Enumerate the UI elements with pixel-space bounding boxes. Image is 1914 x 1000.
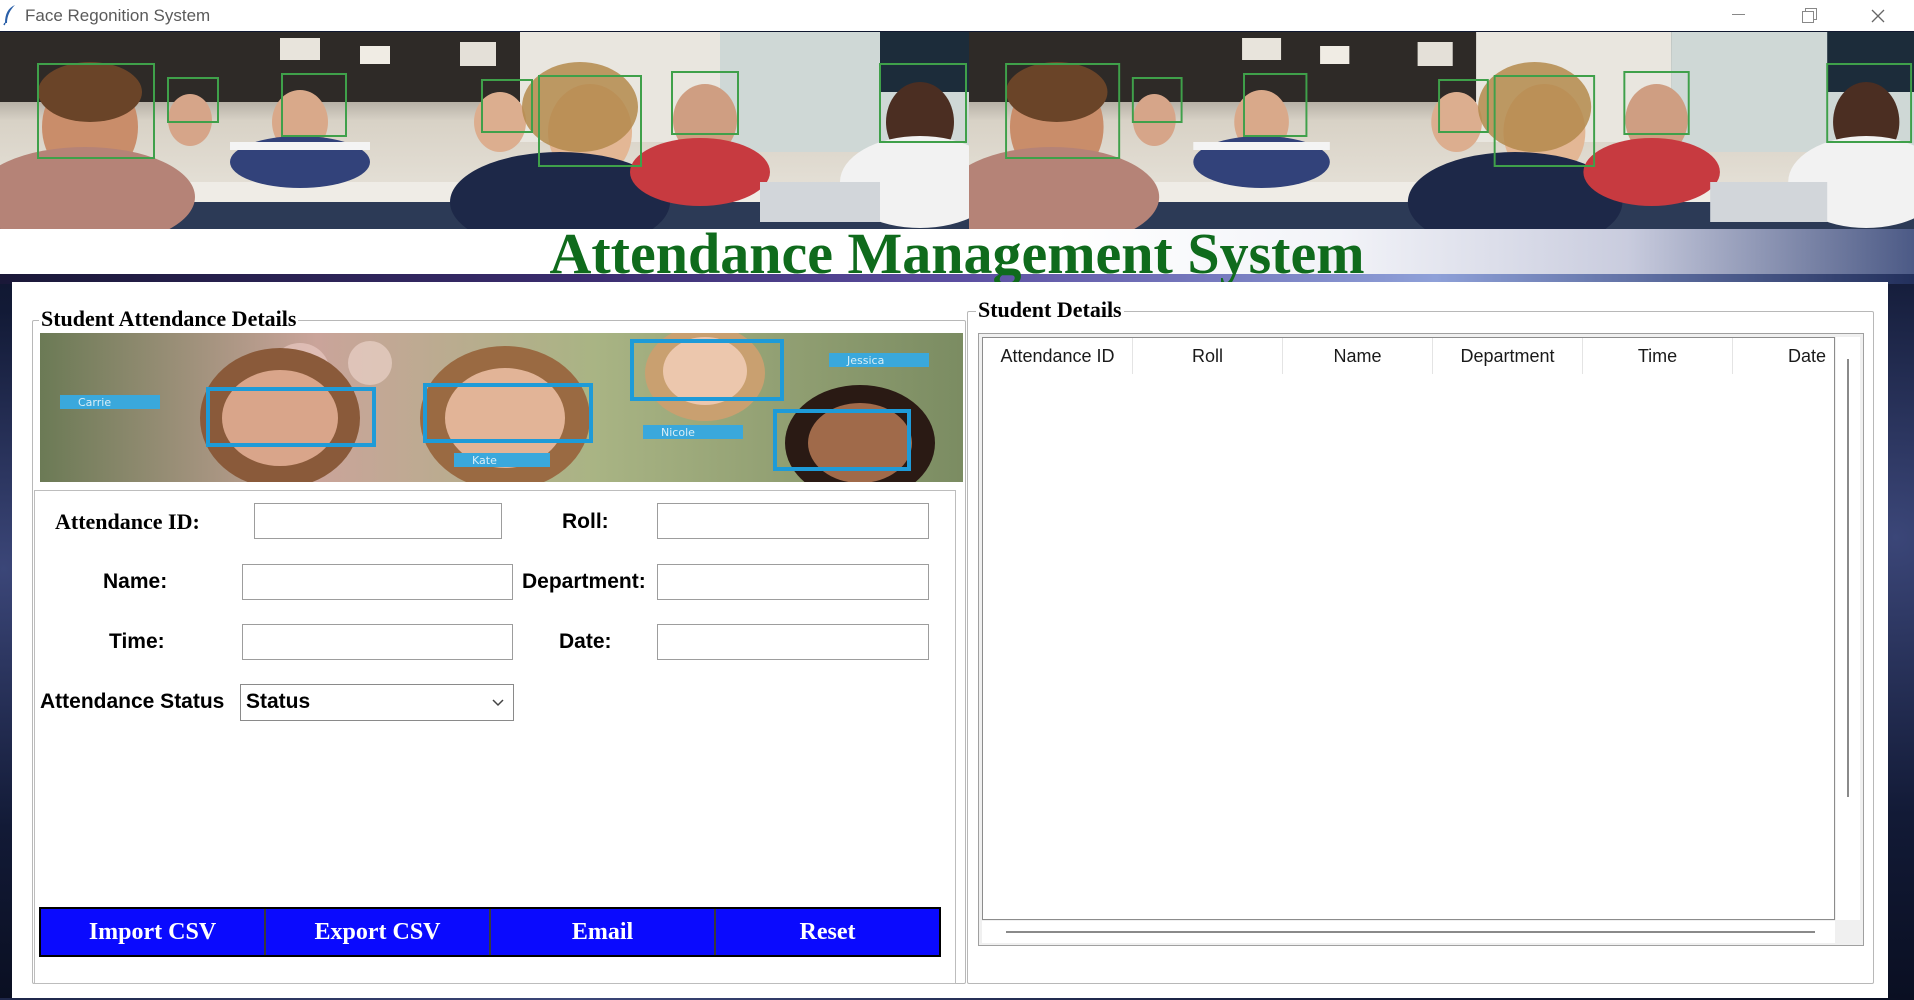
roll-input[interactable] xyxy=(657,503,929,539)
horizontal-scrollbar[interactable] xyxy=(982,921,1835,943)
export-csv-button[interactable]: Export CSV xyxy=(266,909,491,955)
column-header-roll[interactable]: Roll xyxy=(1133,338,1283,374)
attendance-status-value: Status xyxy=(246,690,311,713)
column-header-department[interactable]: Department xyxy=(1433,338,1583,374)
space-background-right xyxy=(1888,229,1914,1000)
face-detection-image: Carrie Kate Jessica Nicole xyxy=(40,333,963,482)
window-title: Face Regonition System xyxy=(25,6,211,25)
face-tag-nicole: Nicole xyxy=(661,426,695,439)
close-icon xyxy=(1871,9,1885,23)
action-button-row: Import CSV Export CSV Email Reset xyxy=(39,907,941,957)
name-label: Name: xyxy=(103,570,168,593)
attendance-id-input[interactable] xyxy=(254,503,502,539)
face-tag-jessica: Jessica xyxy=(846,354,884,367)
minimize-button[interactable] xyxy=(1703,0,1773,31)
attendance-id-label: Attendance ID: xyxy=(55,509,200,534)
student-table[interactable]: Attendance ID Roll Name Department Time … xyxy=(982,337,1835,920)
attendance-status-select[interactable]: Status xyxy=(240,684,514,721)
name-input[interactable] xyxy=(242,564,513,600)
import-csv-button[interactable]: Import CSV xyxy=(41,909,266,955)
window-title-bar: Face Regonition System xyxy=(0,0,1914,31)
vertical-scrollbar-thumb[interactable] xyxy=(1847,359,1849,797)
department-label: Department: xyxy=(522,570,646,593)
column-header-name[interactable]: Name xyxy=(1283,338,1433,374)
restore-button[interactable] xyxy=(1773,0,1843,31)
email-button[interactable]: Email xyxy=(491,909,716,955)
close-button[interactable] xyxy=(1843,0,1913,31)
attendance-status-label: Attendance Status xyxy=(40,690,225,713)
space-background-left xyxy=(0,282,12,1000)
time-label: Time: xyxy=(109,630,165,653)
classroom-banner-image-left xyxy=(0,32,969,229)
column-header-time[interactable]: Time xyxy=(1583,338,1733,374)
table-header: Attendance ID Roll Name Department Time … xyxy=(983,338,1834,374)
date-input[interactable] xyxy=(657,624,929,660)
reset-button[interactable]: Reset xyxy=(716,909,939,955)
classroom-banner-image-right xyxy=(969,32,1914,229)
student-attendance-details-title: Student Attendance Details xyxy=(39,306,299,331)
department-input[interactable] xyxy=(657,564,929,600)
vertical-scrollbar[interactable] xyxy=(1836,337,1860,920)
face-tag-carrie: Carrie xyxy=(78,396,111,409)
date-label: Date: xyxy=(559,630,612,653)
face-tag-kate: Kate xyxy=(472,454,497,467)
horizontal-scrollbar-thumb[interactable] xyxy=(1006,931,1815,933)
roll-label: Roll: xyxy=(562,510,609,533)
feather-icon xyxy=(3,5,15,26)
page-title: Attendance Management System xyxy=(549,221,1365,286)
chevron-down-icon xyxy=(492,699,504,707)
time-input[interactable] xyxy=(242,624,513,660)
column-header-attendance-id[interactable]: Attendance ID xyxy=(983,338,1133,374)
column-header-date[interactable]: Date xyxy=(1733,338,1834,374)
student-details-title: Student Details xyxy=(976,297,1124,322)
